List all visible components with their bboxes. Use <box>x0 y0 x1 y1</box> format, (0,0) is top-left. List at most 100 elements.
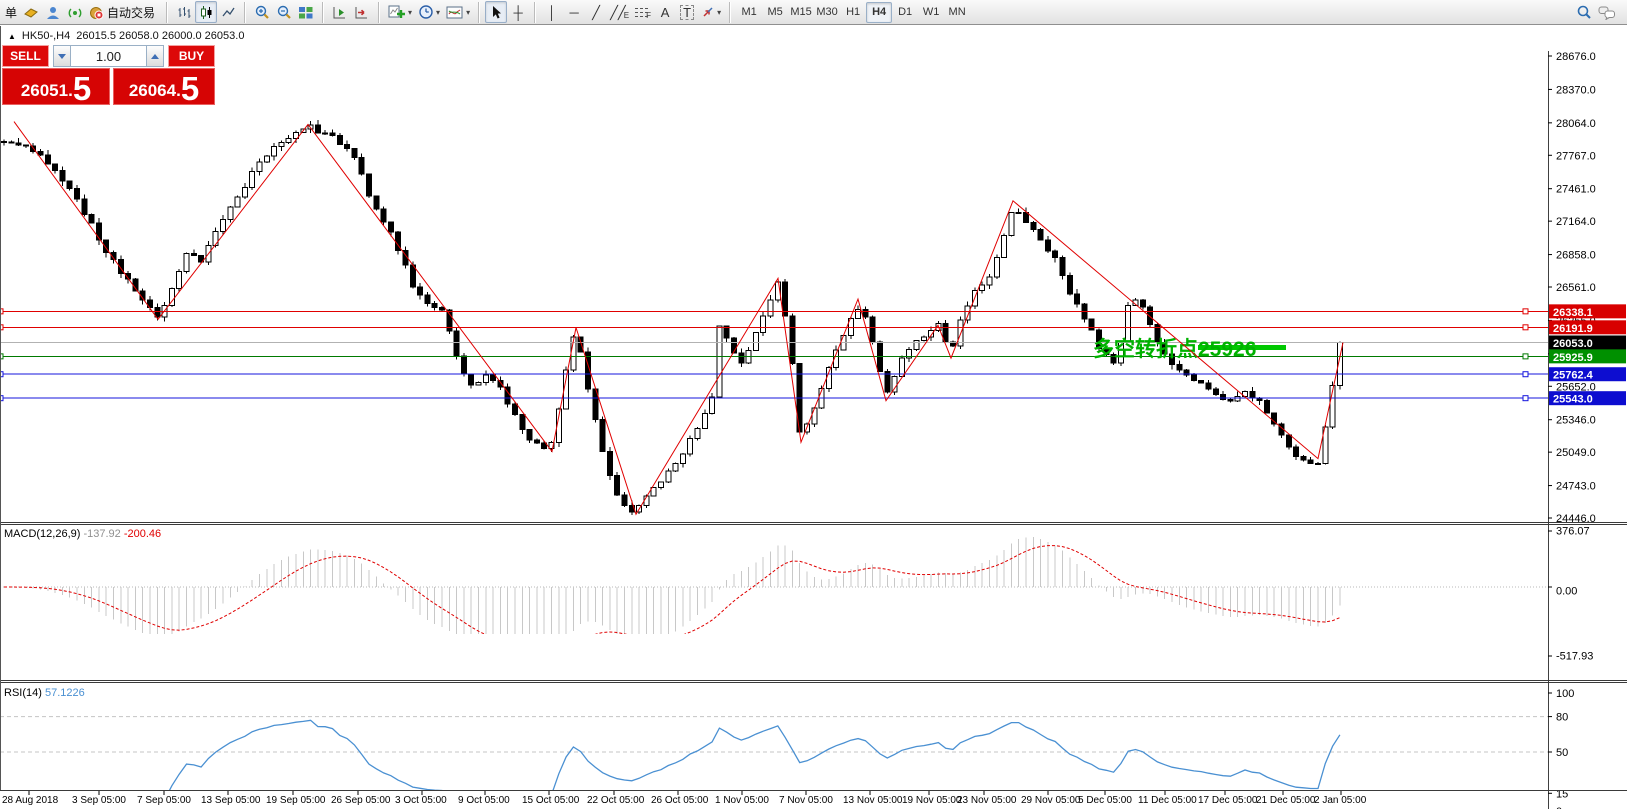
timeframe-button-MN[interactable]: MN <box>944 2 970 23</box>
community-icon[interactable] <box>42 1 64 23</box>
bull-candle <box>811 407 818 425</box>
time-tick-label: 26 Sep 05:00 <box>331 795 391 806</box>
time-tick-label: 23 Nov 05:00 <box>957 795 1017 806</box>
timeframe-button-M5[interactable]: M5 <box>762 2 788 23</box>
time-tick-label: 22 Oct 05:00 <box>587 795 645 806</box>
timeframe-button-M30[interactable]: M30 <box>814 2 840 23</box>
bull-candle <box>278 142 285 147</box>
bull-candle <box>687 437 694 455</box>
bull-candle <box>220 219 226 233</box>
tile-windows-button[interactable] <box>295 1 317 23</box>
signals-icon[interactable] <box>64 1 86 23</box>
price-tick-label: 27461.0 <box>1556 184 1596 196</box>
dropdown-caret-icon: ▾ <box>466 7 471 17</box>
bear-candle <box>1212 388 1219 396</box>
cursor-button[interactable] <box>485 1 508 23</box>
timeframe-button-H1[interactable]: H1 <box>840 2 866 23</box>
price-tick-label: 26858.0 <box>1556 250 1596 262</box>
bear-candle <box>862 308 869 318</box>
price-level-label: 26191.9 <box>1549 320 1626 335</box>
bear-candle <box>1059 257 1066 276</box>
time-tick-label: 5 Dec 05:00 <box>1078 795 1132 806</box>
equidistant-channel-button[interactable]: ╱╱ E <box>607 1 632 23</box>
price-tick-label: 28064.0 <box>1556 118 1596 130</box>
bear-candle <box>614 474 621 496</box>
sell-button[interactable]: 26051. 5 <box>2 68 110 105</box>
bear-candle <box>1030 221 1037 230</box>
candlestick-button[interactable] <box>195 1 218 23</box>
buy-button-label[interactable]: BUY <box>168 45 215 67</box>
arrow-down-icon <box>58 53 66 59</box>
trendline-button[interactable]: ╱ <box>585 1 607 23</box>
zoom-in-button[interactable] <box>251 1 273 23</box>
line-chart-button[interactable] <box>217 1 239 23</box>
time-tick-label: 21 Dec 05:00 <box>1256 795 1316 806</box>
zoom-out-button[interactable] <box>273 1 295 23</box>
bear-candle <box>1263 399 1270 414</box>
timeframe-button-M1[interactable]: M1 <box>736 2 762 23</box>
metaeditor-icon[interactable] <box>20 1 42 23</box>
line-handle[interactable] <box>1522 395 1529 402</box>
rsi-scale-label: 80 <box>1556 712 1568 724</box>
period-clock-button[interactable]: ▾ <box>415 1 443 23</box>
bear-candle <box>344 143 351 149</box>
bar-chart-button[interactable] <box>173 1 195 23</box>
timeframe-button-M15[interactable]: M15 <box>788 2 814 23</box>
time-tick-label: 3 Oct 05:00 <box>395 795 447 806</box>
fibonacci-button[interactable]: F <box>632 1 654 23</box>
price-level-value: 26338.1 <box>1553 307 1593 319</box>
new-order-button[interactable]: 单 <box>2 4 20 21</box>
bull-candle <box>760 315 767 333</box>
buy-button[interactable]: 26064. 5 <box>113 68 215 105</box>
turning-point-annotation: 多空转折点25926 <box>1093 337 1256 361</box>
line-handle[interactable] <box>1522 324 1529 331</box>
bear-candle <box>1052 250 1059 259</box>
line-handle[interactable] <box>1522 371 1529 378</box>
auto-scroll-button[interactable] <box>329 1 351 23</box>
one-click-collapse-arrow[interactable]: ▲ <box>8 32 16 41</box>
bear-candle <box>380 208 387 223</box>
price-level-value: 26053.0 <box>1553 338 1593 350</box>
time-tick-label: 13 Sep 05:00 <box>201 795 261 806</box>
timeframe-button-H4[interactable]: H4 <box>866 1 893 23</box>
bull-candle <box>234 196 241 208</box>
rsi-scale-label: 100 <box>1556 688 1574 700</box>
vertical-line-button[interactable]: │ <box>541 1 563 23</box>
timeframe-button-D1[interactable]: D1 <box>892 2 918 23</box>
toolbar-separator <box>166 1 169 23</box>
bear-candle <box>37 150 44 156</box>
chat-icon[interactable] <box>1595 1 1619 23</box>
bear-candle <box>1044 239 1051 252</box>
volume-increase-button[interactable] <box>146 45 164 67</box>
text-label-button[interactable]: T <box>676 1 698 23</box>
indicators-button[interactable]: ▾ <box>443 1 473 23</box>
rsi-label: RSI(14) 57.1226 <box>4 687 85 699</box>
line-handle[interactable] <box>1522 353 1529 360</box>
sell-button-label[interactable]: SELL <box>2 45 49 67</box>
search-icon[interactable] <box>1573 1 1595 23</box>
arrows-button[interactable]: ▾ <box>698 1 724 23</box>
text-button[interactable]: A <box>654 1 676 23</box>
bear-candle <box>329 132 336 136</box>
bull-candle <box>767 299 774 317</box>
volume-input[interactable] <box>71 45 146 67</box>
timeframe-button-W1[interactable]: W1 <box>918 2 944 23</box>
bear-candle <box>22 144 29 147</box>
price-axis[interactable]: 28676.0 28370.0 28064.0 27767.0 27461.0 27164… <box>1548 51 1596 525</box>
bear-candle <box>358 157 365 175</box>
bull-candle <box>271 145 278 157</box>
price-level-value: 25925.9 <box>1553 352 1593 364</box>
bear-candle <box>738 352 745 364</box>
bull-candle <box>1001 235 1008 258</box>
toolbar-separator <box>322 1 325 23</box>
line-handle[interactable] <box>1522 308 1529 315</box>
bear-candle <box>621 494 628 506</box>
horizontal-line-button[interactable]: ─ <box>563 1 585 23</box>
volume-decrease-button[interactable] <box>53 45 71 67</box>
toolbar-separator <box>534 1 537 23</box>
autotrading-button[interactable]: 自动交易 <box>86 1 161 23</box>
chart-shift-button[interactable] <box>351 1 373 23</box>
price-chart-canvas[interactable]: 多空转折点25926 28676.0 28370.0 28064.0 27767.0 27… <box>0 25 1627 809</box>
new-chart-button[interactable]: ▾ <box>385 1 415 23</box>
crosshair-button[interactable]: ┼ <box>507 1 529 23</box>
